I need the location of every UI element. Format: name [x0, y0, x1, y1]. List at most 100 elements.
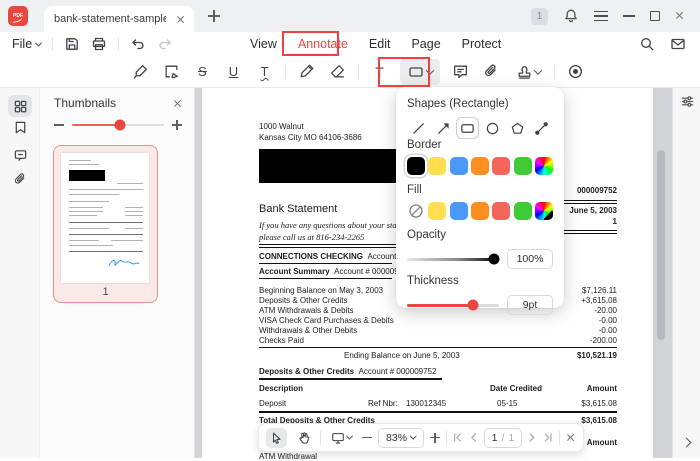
fill-color-red[interactable]	[492, 202, 511, 220]
opacity-row: 100%	[407, 249, 553, 269]
page-thumbnail[interactable]: 1	[53, 145, 158, 303]
opacity-label: Opacity	[407, 229, 446, 241]
presentation-mode-button[interactable]	[327, 428, 356, 448]
zoom-in-button[interactable]	[429, 432, 440, 443]
search-icon[interactable]	[639, 36, 655, 52]
border-color-red[interactable]	[492, 157, 511, 175]
panel-close-icon[interactable]	[173, 99, 182, 108]
fill-color-row	[407, 202, 554, 220]
shape-tool-button[interactable]	[400, 58, 440, 85]
summary-row-amount: +3,615.08	[581, 296, 617, 305]
fill-color-green[interactable]	[513, 202, 532, 220]
opacity-slider-knob[interactable]	[488, 253, 500, 265]
fill-color-yellow[interactable]	[428, 202, 447, 220]
opacity-value-box[interactable]: 100%	[507, 249, 553, 269]
left-icon-strip	[0, 88, 40, 458]
stmt-page: 1	[612, 217, 617, 226]
page-number-box[interactable]: 1 / 1	[483, 427, 523, 448]
sticky-note-tool[interactable]	[450, 61, 471, 83]
thickness-slider[interactable]	[407, 299, 499, 311]
first-page-button[interactable]	[452, 432, 463, 443]
notification-badge[interactable]: 1	[531, 7, 548, 25]
underline-tool[interactable]: U	[223, 61, 244, 83]
close-toolbar-button[interactable]	[566, 433, 576, 443]
save-icon[interactable]	[64, 36, 80, 52]
undo-icon[interactable]	[130, 36, 146, 52]
highlight-tool[interactable]	[130, 61, 151, 83]
mail-icon[interactable]	[670, 36, 686, 52]
fill-color-orange[interactable]	[471, 202, 489, 220]
shape-polyline[interactable]	[530, 117, 553, 139]
thickness-slider-knob[interactable]	[467, 299, 479, 311]
shape-arrow[interactable]	[432, 117, 455, 139]
border-color-yellow[interactable]	[428, 157, 447, 175]
shape-polygon[interactable]	[506, 117, 529, 139]
text-tool[interactable]: T	[369, 61, 390, 83]
attachments-panel-icon[interactable]	[8, 168, 32, 190]
thumbnail-page-preview	[61, 153, 149, 283]
thumbnails-panel-icon[interactable]	[8, 95, 32, 117]
shape-rectangle[interactable]	[456, 117, 480, 139]
tab-close-icon[interactable]	[176, 15, 184, 24]
view-control-toolbar: 83% 1 / 1	[258, 423, 584, 452]
bell-icon[interactable]	[563, 8, 579, 24]
fill-color-custom[interactable]	[535, 202, 554, 220]
border-color-blue[interactable]	[449, 157, 468, 175]
menu-view[interactable]: View	[250, 37, 277, 51]
window-maximize-button[interactable]	[650, 11, 660, 21]
new-tab-button[interactable]	[208, 10, 220, 22]
pencil-tool[interactable]	[296, 61, 317, 83]
print-icon[interactable]	[91, 36, 107, 52]
eraser-tool[interactable]	[327, 61, 348, 83]
last-page-button[interactable]	[543, 432, 554, 443]
summary-row-amount: -20.00	[594, 306, 617, 315]
slider-knob[interactable]	[114, 119, 126, 131]
squiggly-underline-tool[interactable]: T	[254, 61, 275, 83]
summary-row-label: VISA Check Card Purchases & Debits	[259, 316, 394, 325]
menu-annotate[interactable]: Annotate	[298, 37, 348, 51]
shape-line[interactable]	[407, 117, 430, 139]
doc-address-line2: Kansas City MO 64106-3686	[259, 133, 362, 142]
shape-ellipse[interactable]	[481, 117, 504, 139]
attachment-tool[interactable]	[481, 61, 502, 83]
select-tool[interactable]	[266, 427, 288, 448]
next-page-button[interactable]	[528, 432, 537, 443]
slider-track[interactable]	[72, 119, 164, 131]
bookmarks-panel-icon[interactable]	[8, 116, 32, 138]
deposits-section-account: Account # 000009752	[358, 367, 437, 376]
file-menu[interactable]: File	[12, 37, 43, 51]
border-color-green[interactable]	[513, 157, 532, 175]
document-tab[interactable]: bank-statement-sample *	[44, 6, 194, 32]
opacity-slider[interactable]	[407, 253, 500, 265]
properties-panel-icon[interactable]	[680, 94, 695, 109]
area-highlight-tool[interactable]	[161, 61, 182, 83]
hand-tool[interactable]	[293, 428, 314, 448]
thickness-value-box[interactable]: 9pt	[507, 295, 553, 315]
show-annotations-icon[interactable]	[565, 61, 586, 83]
border-color-black[interactable]	[407, 157, 425, 175]
strikethrough-tool[interactable]: S	[192, 61, 213, 83]
stamp-tool[interactable]	[512, 61, 544, 83]
border-color-orange[interactable]	[471, 157, 489, 175]
menubar-right	[639, 32, 686, 56]
zoom-out-icon[interactable]	[54, 124, 64, 126]
vertical-scrollbar[interactable]	[657, 150, 665, 340]
menu-protect[interactable]: Protect	[462, 37, 502, 51]
window-minimize-button[interactable]	[623, 15, 635, 17]
zoom-level-dropdown[interactable]: 83%	[377, 427, 424, 448]
app-menu-icon[interactable]	[594, 11, 608, 21]
fill-color-none[interactable]	[407, 202, 425, 220]
previous-page-button[interactable]	[469, 432, 478, 443]
comments-panel-icon[interactable]	[8, 144, 32, 166]
zoom-in-icon[interactable]	[172, 120, 182, 130]
signature-squiggle	[108, 259, 140, 267]
expand-panel-chevron-icon[interactable]	[681, 437, 692, 448]
menu-edit[interactable]: Edit	[369, 37, 391, 51]
summary-row-label: Deposits & Other Credits	[259, 296, 348, 305]
redo-icon[interactable]	[157, 36, 173, 52]
window-close-button[interactable]	[675, 11, 686, 22]
fill-color-blue[interactable]	[449, 202, 468, 220]
border-color-custom[interactable]	[535, 157, 554, 175]
menu-page[interactable]: Page	[411, 37, 440, 51]
zoom-out-button[interactable]	[362, 436, 372, 439]
